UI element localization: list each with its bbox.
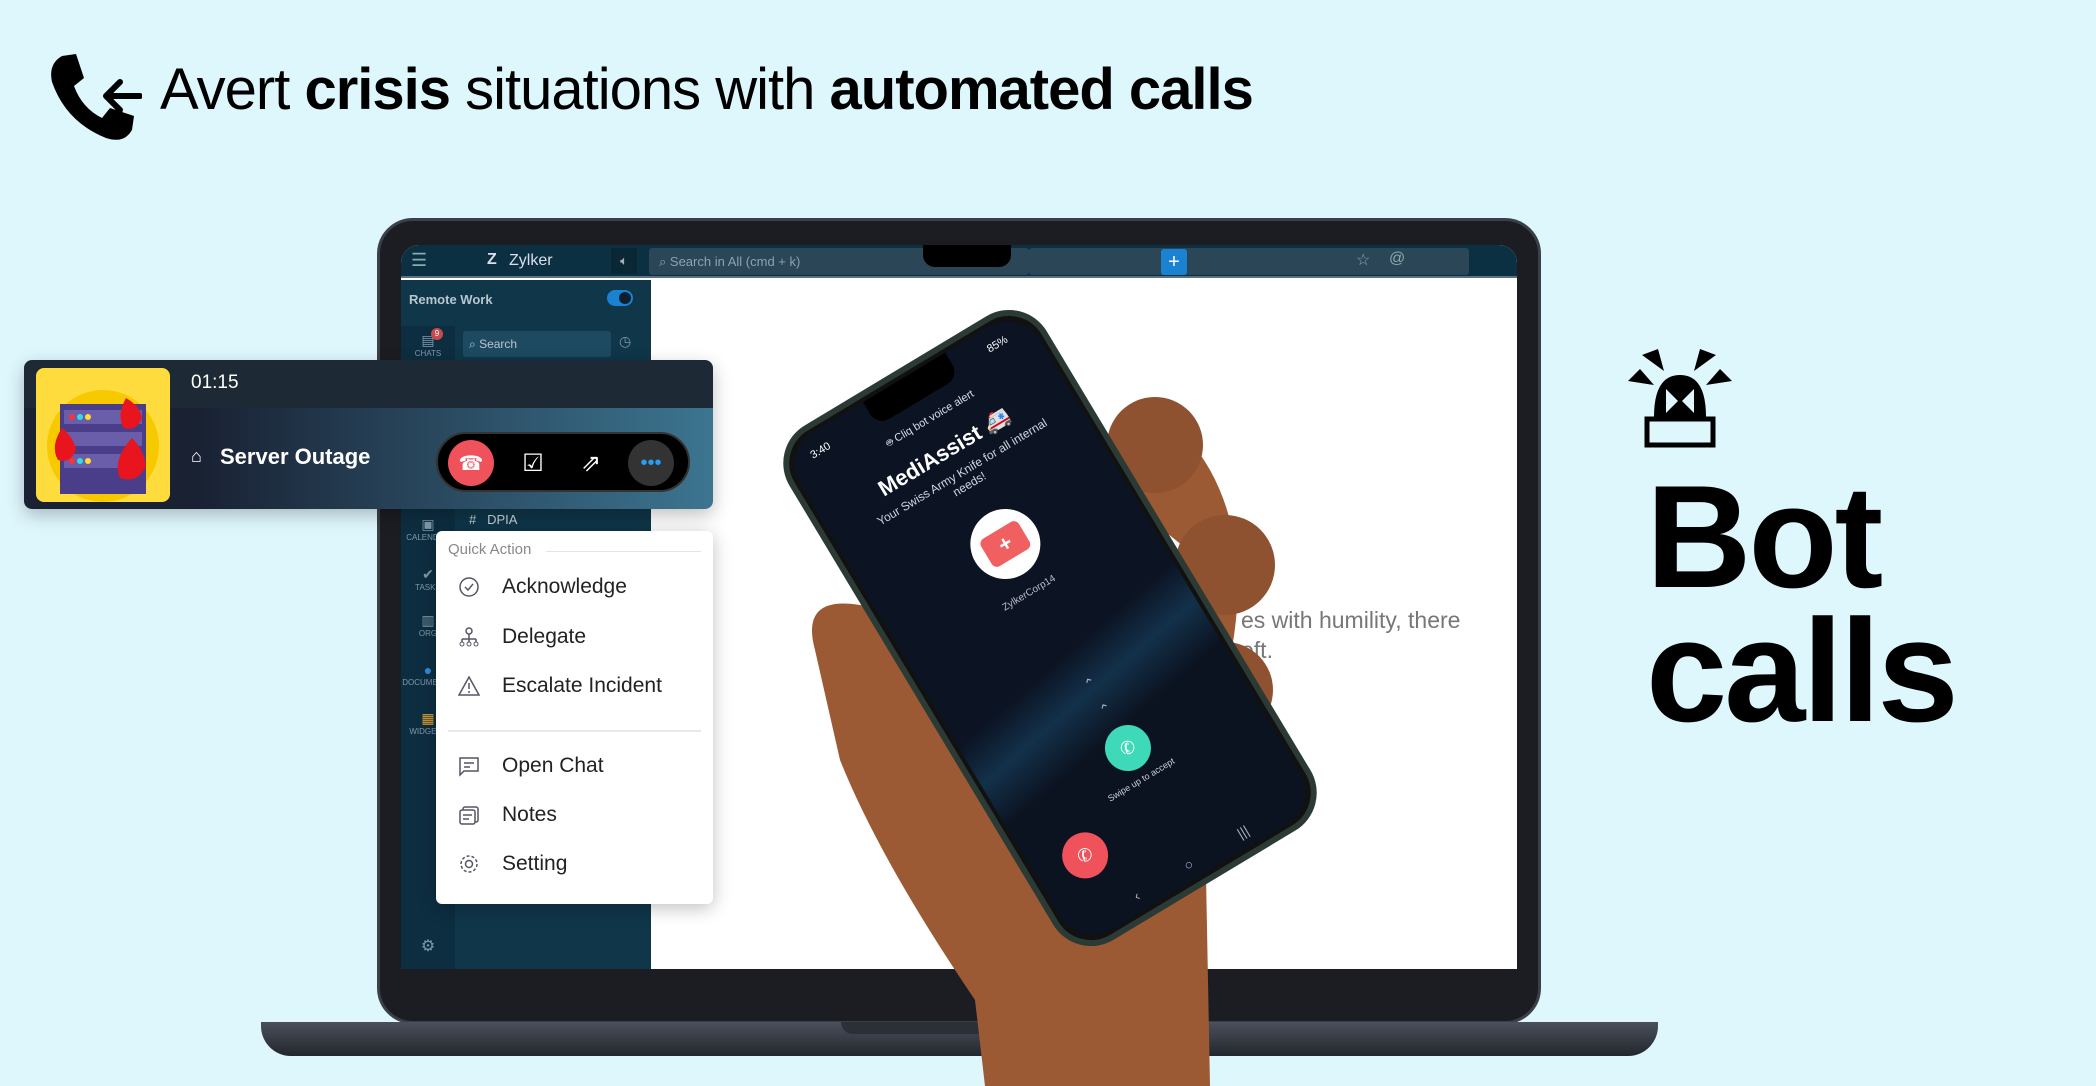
gear-icon: [460, 855, 478, 873]
menu-item-notes[interactable]: Notes: [458, 803, 557, 827]
warning-triangle-icon: [458, 675, 480, 696]
call-controls: ☎ ☑ ⇗ •••: [436, 432, 690, 492]
org-tree-icon: [459, 627, 479, 647]
end-call-button[interactable]: ☎: [448, 440, 494, 486]
menu-item-escalate-incident[interactable]: Escalate Incident: [458, 674, 662, 698]
chevron-up-icon: ⌃: [1080, 673, 1100, 694]
menu-divider: [448, 730, 701, 732]
more-options-button[interactable]: •••: [628, 440, 674, 486]
call-timer: 01:15: [191, 372, 239, 393]
side-title: Bot calls: [1646, 455, 1959, 752]
menu-item-open-chat[interactable]: Open Chat: [458, 754, 604, 778]
bot-icon: ⌂: [191, 446, 202, 466]
call-title: Server Outage: [220, 444, 371, 469]
status-time: 3:40: [808, 440, 833, 462]
chat-icon: [459, 757, 479, 777]
menu-item-delegate[interactable]: Delegate: [458, 625, 586, 649]
first-aid-kit-icon: +: [978, 518, 1033, 570]
notes-icon: [459, 806, 479, 825]
open-external-button[interactable]: ⇗: [568, 440, 614, 486]
quick-action-menu: Quick Action Acknowledge Delegate Escala…: [436, 531, 713, 904]
check-circle-icon: [459, 577, 479, 597]
chevron-up-icon: ⌃: [1096, 699, 1115, 719]
status-battery: 85%: [984, 333, 1011, 356]
menu-heading: Quick Action: [448, 541, 532, 558]
siren-alarm-icon: [1628, 349, 1732, 448]
menu-item-setting[interactable]: Setting: [458, 852, 567, 876]
acknowledge-button[interactable]: ☑: [510, 440, 556, 486]
decline-call-button[interactable]: ✆: [1053, 823, 1117, 887]
server-fire-avatar: [36, 368, 170, 502]
caller-avatar: +: [957, 495, 1054, 593]
menu-item-acknowledge[interactable]: Acknowledge: [458, 575, 627, 599]
call-banner: 01:15 ⌂ Server Outage ☎ ☑ ⇗ •••: [24, 360, 713, 509]
